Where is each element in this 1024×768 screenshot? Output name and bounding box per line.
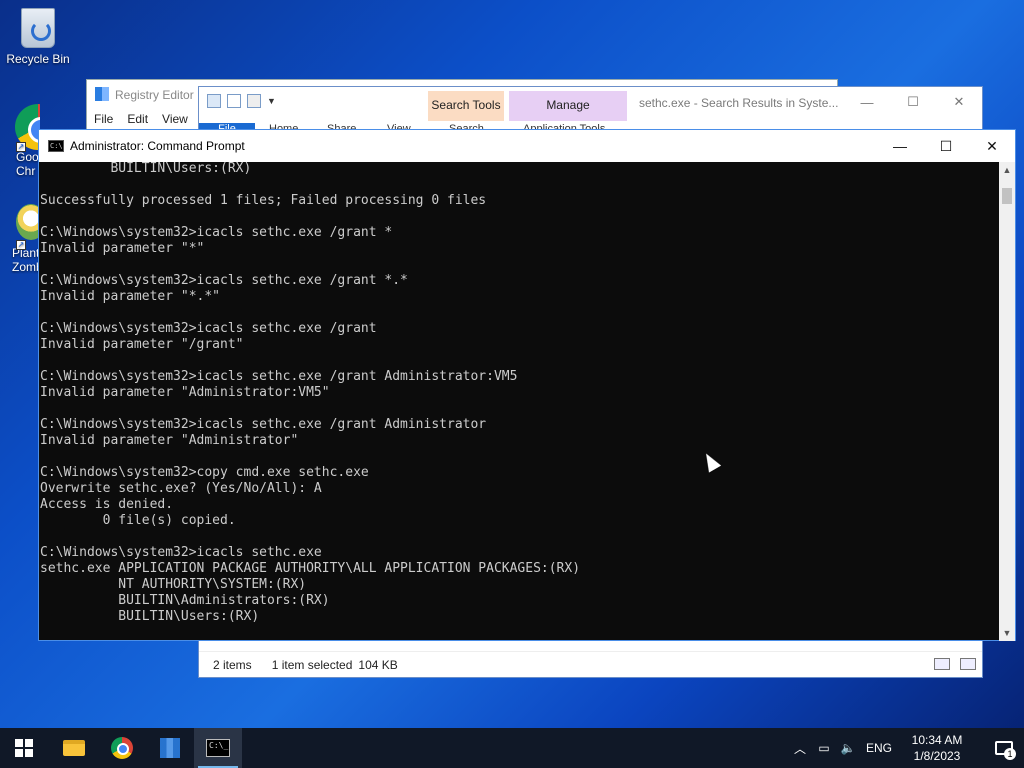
maximize-button[interactable]: ☐ — [923, 130, 969, 162]
network-icon[interactable]: ▭ — [812, 741, 836, 755]
volume-icon[interactable]: 🔈 — [836, 741, 860, 755]
console-output[interactable]: BUILTIN\Users:(RX) Successfully processed… — [39, 162, 1000, 641]
clock-date: 1/8/2023 — [913, 749, 961, 763]
console-line: C:\Windows\system32>icacls sethc.exe — [40, 545, 322, 560]
clock[interactable]: 10:34 AM 1/8/2023 — [902, 732, 972, 764]
taskbar-file-explorer[interactable] — [50, 728, 98, 768]
status-selected: 1 item selected — [271, 657, 353, 672]
language-indicator[interactable]: ENG — [866, 741, 892, 755]
console-line: 0 file(s) copied. — [40, 513, 236, 528]
desktop-icon-label: Plant Zombi — [12, 246, 40, 274]
large-icons-view-icon[interactable] — [960, 658, 976, 670]
registry-editor-icon — [95, 87, 109, 101]
desktop-icon-recycle-bin[interactable]: Recycle Bin — [0, 8, 76, 66]
console-line: Invalid parameter "Administrator:VM5" — [40, 385, 330, 400]
minimize-button[interactable]: — — [877, 130, 923, 162]
start-button[interactable] — [0, 728, 48, 768]
desktop-icon-label: Recycle Bin — [6, 52, 70, 66]
plants-vs-zombies-icon — [16, 204, 40, 240]
console-line: NT AUTHORITY\SYSTEM:(RX) — [40, 577, 307, 592]
context-tab-manage[interactable]: Manage — [509, 91, 627, 121]
console-line: C:\Windows\system32>icacls sethc.exe /gr… — [40, 417, 487, 432]
clock-time: 10:34 AM — [911, 733, 963, 747]
cmd-icon: C:\ — [48, 140, 64, 152]
menu-view[interactable]: View — [162, 112, 188, 126]
console-line: C:\Windows\system32>icacls sethc.exe /gr… — [40, 321, 377, 336]
explorer-status-bar: 2 items 1 item selected 104 KB — [199, 651, 982, 677]
command-prompt-window[interactable]: C:\ Administrator: Command Prompt — ☐ ✕ … — [38, 129, 1016, 641]
properties-icon[interactable] — [227, 94, 241, 108]
console-line: Overwrite sethc.exe? (Yes/No/All): A — [40, 481, 322, 496]
folder-icon[interactable] — [207, 94, 221, 108]
vertical-scrollbar[interactable]: ▲ ▼ — [999, 162, 1015, 641]
taskbar-command-prompt[interactable]: C:\_ — [194, 728, 242, 768]
desktop-icon-plants-vs-zombies[interactable]: ↗ Plant Zombi — [0, 204, 40, 274]
console-line: Invalid parameter "/grant" — [40, 337, 244, 352]
chevron-down-icon[interactable]: ▼ — [267, 96, 276, 106]
recycle-bin-icon — [21, 8, 55, 48]
console-line: BUILTIN\Users:(RX) — [40, 162, 252, 176]
taskbar: C:\_ ︿ ▭ 🔈 ENG 10:34 AM 1/8/2023 1 — [0, 728, 1024, 768]
menu-edit[interactable]: Edit — [127, 112, 148, 126]
console-line: C:\Windows\system32>icacls sethc.exe /gr… — [40, 369, 518, 384]
cmd-title: Administrator: Command Prompt — [70, 139, 245, 153]
console-line: C:\Windows\system32>copy cmd.exe sethc.e… — [40, 465, 369, 480]
explorer-title: sethc.exe - Search Results in Syste... — [639, 96, 839, 110]
minimize-button[interactable]: — — [844, 87, 890, 117]
taskbar-chrome[interactable] — [98, 728, 146, 768]
details-view-icon[interactable] — [934, 658, 950, 670]
folder-icon — [63, 740, 85, 756]
console-line: Successfully processed 1 files; Failed p… — [40, 193, 487, 208]
console-line: BUILTIN\Users:(RX) — [40, 609, 260, 624]
shortcut-arrow-icon: ↗ — [16, 142, 26, 152]
desktop-icon-label: Goo Chr — [16, 150, 39, 178]
console-line: Invalid parameter "*.*" — [40, 289, 221, 304]
console-line: Access is denied. — [40, 497, 174, 512]
notification-count-badge: 1 — [1004, 748, 1016, 760]
scroll-down-icon[interactable]: ▼ — [999, 625, 1015, 641]
cmd-icon: C:\_ — [206, 739, 230, 757]
status-item-count: 2 items — [213, 657, 252, 672]
taskbar-registry-editor[interactable] — [146, 728, 194, 768]
registry-editor-title: Registry Editor — [115, 88, 194, 102]
quick-access-toolbar: ▼ — [207, 94, 276, 108]
new-folder-icon[interactable] — [247, 94, 261, 108]
action-center-button[interactable]: 1 — [984, 728, 1024, 768]
scroll-up-icon[interactable]: ▲ — [999, 162, 1015, 178]
shortcut-arrow-icon: ↗ — [16, 240, 26, 250]
system-tray: ︿ ▭ 🔈 ENG 10:34 AM 1/8/2023 1 — [788, 728, 1024, 768]
menu-file[interactable]: File — [94, 112, 113, 126]
console-line: Invalid parameter "*" — [40, 241, 205, 256]
console-line: C:\Windows\system32>icacls sethc.exe /gr… — [40, 273, 408, 288]
console-line: BUILTIN\Administrators:(RX) — [40, 593, 330, 608]
maximize-button[interactable]: ☐ — [890, 87, 936, 117]
close-button[interactable]: ✕ — [969, 130, 1015, 162]
scrollbar-thumb[interactable] — [1002, 188, 1012, 204]
status-size: 104 KB — [358, 657, 398, 672]
context-tab-search-tools[interactable]: Search Tools — [428, 91, 504, 121]
chrome-icon — [111, 737, 133, 759]
cmd-title-bar[interactable]: C:\ Administrator: Command Prompt — ☐ ✕ — [39, 130, 1015, 162]
desktop-icon-google-chrome[interactable]: ↗ Goo Chr — [0, 104, 40, 178]
console-line: C:\Windows\system32>icacls sethc.exe /gr… — [40, 225, 393, 240]
show-hidden-icons-chevron-up-icon[interactable]: ︿ — [788, 740, 812, 757]
windows-logo-icon — [15, 739, 33, 757]
registry-editor-icon — [160, 738, 180, 758]
console-line: sethc.exe APPLICATION PACKAGE AUTHORITY\… — [40, 561, 581, 576]
close-button[interactable]: ✕ — [936, 87, 982, 117]
console-line: Invalid parameter "Administrator" — [40, 433, 299, 448]
